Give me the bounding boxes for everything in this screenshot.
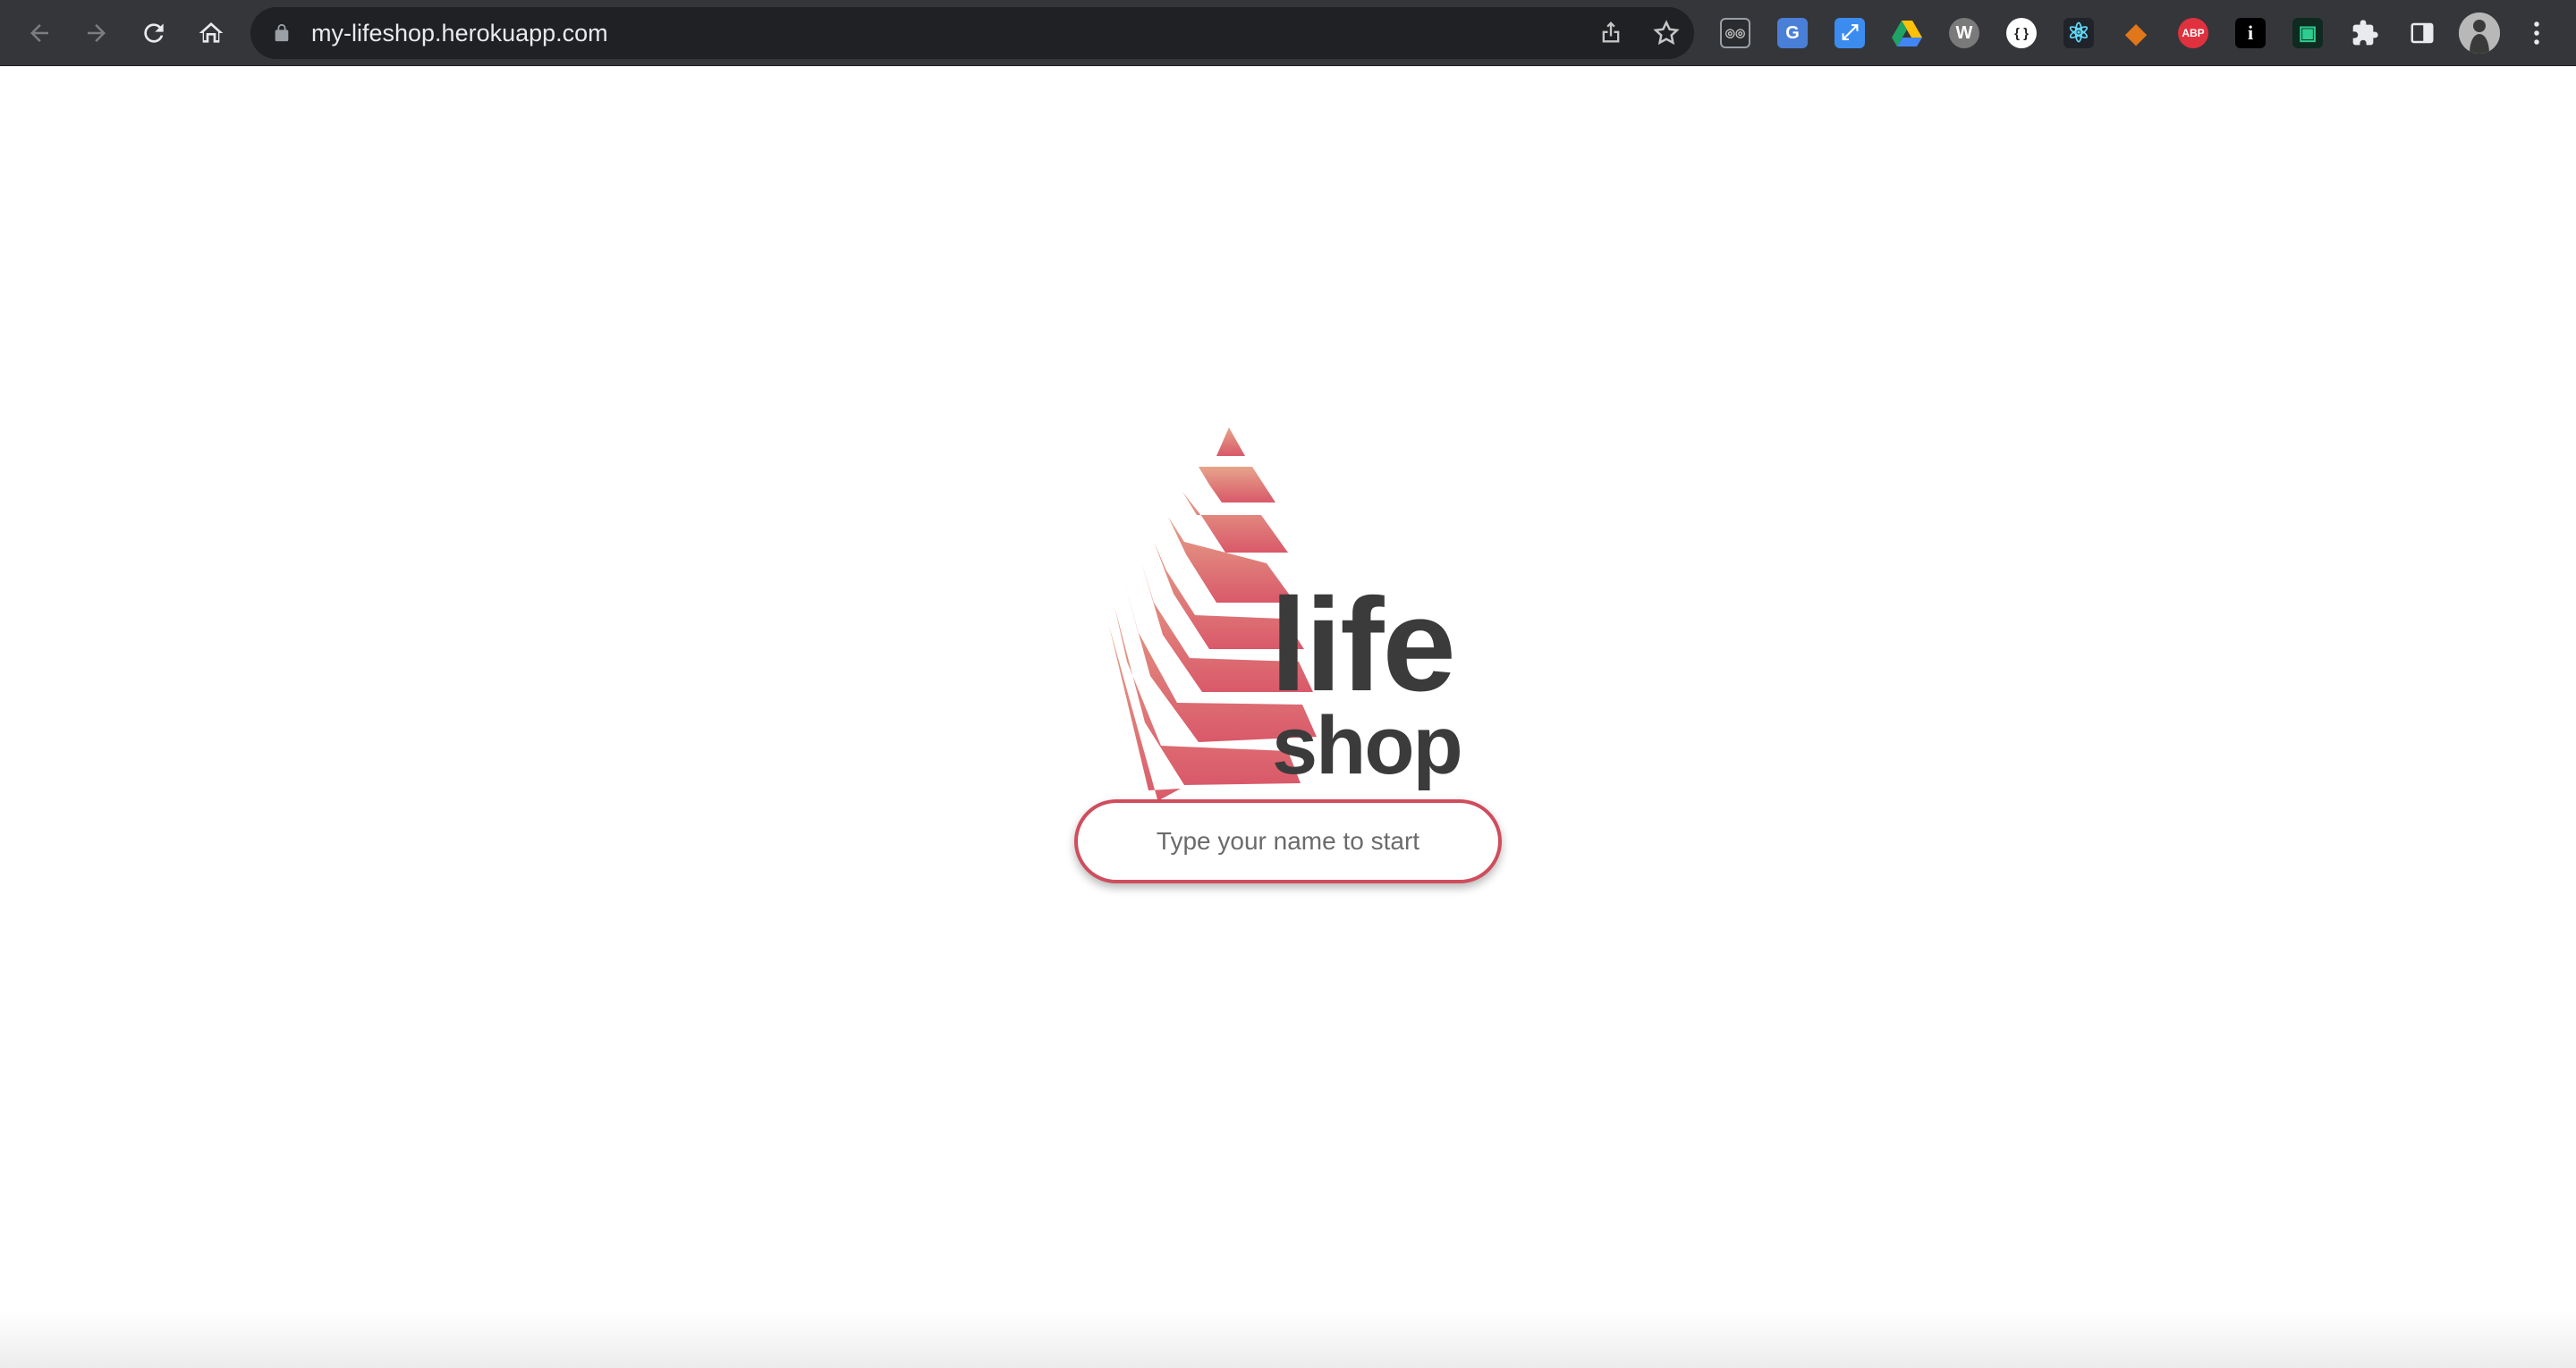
- bottom-shadow: [0, 1310, 2576, 1368]
- browser-toolbar: my-lifeshop.herokuapp.com ◎◎ G ⤢ W { } ⚛…: [0, 0, 2576, 66]
- extensions-puzzle-button[interactable]: [2347, 15, 2383, 51]
- json-viewer-icon[interactable]: { }: [2004, 15, 2039, 51]
- star-icon: [1653, 20, 1680, 46]
- puzzle-icon: [2352, 20, 2378, 46]
- google-drive-icon[interactable]: [1889, 15, 1925, 51]
- address-bar[interactable]: my-lifeshop.herokuapp.com: [250, 7, 1694, 59]
- info-extension-icon[interactable]: i: [2233, 15, 2268, 51]
- forward-arrow-icon: [88, 24, 106, 42]
- person-silhouette-icon: [2459, 13, 2500, 54]
- home-icon: [199, 22, 224, 43]
- page-content: life shop: [0, 66, 2576, 1368]
- back-button[interactable]: [18, 12, 61, 55]
- reload-button[interactable]: [132, 12, 175, 55]
- url-text: my-lifeshop.herokuapp.com: [311, 20, 608, 46]
- logo-shop-text: shop: [1272, 700, 1463, 791]
- share-button[interactable]: [1594, 16, 1628, 50]
- wappalyzer-icon[interactable]: W: [1946, 15, 1982, 51]
- react-devtools-icon[interactable]: ⚛: [2061, 15, 2097, 51]
- back-arrow-icon: [30, 24, 48, 42]
- home-button[interactable]: [190, 12, 233, 55]
- side-panel-button[interactable]: [2404, 15, 2440, 51]
- resize-extension-icon[interactable]: ⤢: [1832, 15, 1868, 51]
- logo-life-text: life: [1270, 571, 1456, 719]
- lifeshop-logo: life shop: [1109, 427, 1485, 821]
- name-input[interactable]: [1074, 799, 1502, 883]
- side-panel-icon: [2411, 22, 2434, 44]
- lock-icon: [275, 23, 289, 42]
- adblock-plus-icon[interactable]: ABP: [2175, 15, 2211, 51]
- browser-menu-button[interactable]: [2519, 15, 2555, 51]
- screen-extension-icon[interactable]: ▣: [2290, 15, 2326, 51]
- glasses-extension-icon[interactable]: ◎◎: [1717, 15, 1753, 51]
- kebab-menu-icon: [2534, 21, 2539, 45]
- bookmark-button[interactable]: [1649, 16, 1683, 50]
- profile-avatar[interactable]: [2459, 13, 2500, 54]
- forward-button[interactable]: [75, 12, 118, 55]
- google-translate-icon[interactable]: G: [1775, 15, 1810, 51]
- metamask-icon[interactable]: ◆: [2118, 15, 2154, 51]
- reload-icon: [144, 23, 164, 43]
- share-icon: [1602, 21, 1620, 43]
